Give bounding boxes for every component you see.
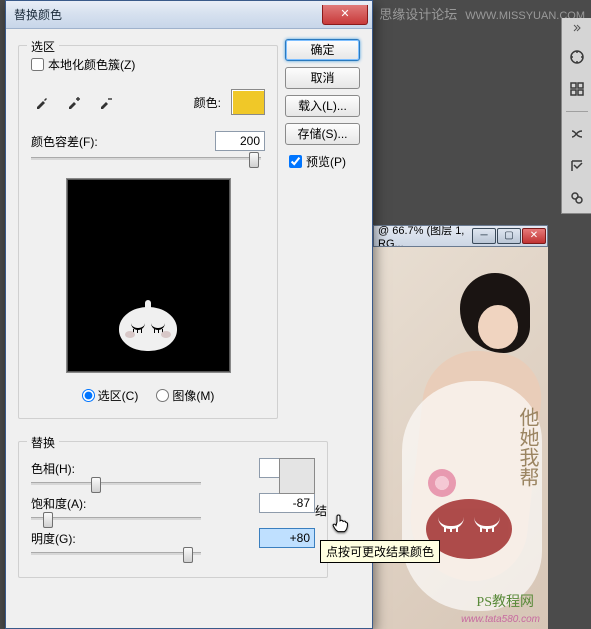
eyedropper-plus-icon[interactable]	[63, 91, 85, 113]
photo-watermark-url: www.tata580.com	[461, 614, 540, 625]
swatches-icon[interactable]	[566, 78, 588, 100]
maximize-button[interactable]: ▢	[497, 228, 521, 244]
hue-slider[interactable]	[31, 482, 201, 485]
layers-icon[interactable]	[566, 187, 588, 209]
source-color-swatch[interactable]	[231, 89, 265, 115]
page-watermark: 思缘设计论坛 WWW.MISSYUAN.COM	[379, 4, 585, 23]
preview-checkbox[interactable]	[289, 155, 302, 168]
saturation-label: 饱和度(A):	[31, 495, 101, 512]
radio-image-input[interactable]	[156, 389, 169, 402]
color-label: 颜色:	[194, 94, 221, 111]
preview-checkbox-row[interactable]: 预览(P)	[285, 153, 360, 170]
watermark-cn: 思缘设计论坛	[379, 4, 457, 23]
right-toolbar	[561, 18, 591, 214]
cancel-button[interactable]: 取消	[285, 67, 360, 89]
result-color-swatch[interactable]	[279, 458, 315, 494]
document-window: @ 66.7% (图层 1, RG... ─ ▢ ✕ 他她我帮 PS教程网 ww…	[373, 225, 548, 629]
minimize-button[interactable]: ─	[472, 228, 496, 244]
result-label: 结	[315, 502, 327, 519]
document-titlebar[interactable]: @ 66.7% (图层 1, RG... ─ ▢ ✕	[373, 225, 548, 247]
toolbar-separator	[566, 111, 588, 112]
dialog-titlebar[interactable]: 替换颜色 ✕	[6, 1, 372, 29]
fuzziness-slider[interactable]	[31, 157, 261, 160]
selection-legend: 选区	[27, 38, 59, 55]
eyedropper-minus-icon[interactable]	[95, 91, 117, 113]
lightness-slider[interactable]	[31, 552, 201, 555]
radio-selection-label: 选区(C)	[98, 387, 139, 404]
hue-label: 色相(H):	[31, 460, 101, 477]
replacement-fieldset: 替换 结 色相(H): -48 饱和度(A): -87 明度(G):	[18, 441, 328, 578]
localized-clusters-label: 本地化颜色簇(Z)	[48, 56, 135, 73]
photo-watermark-vertical: 他她我帮	[513, 407, 542, 487]
photo-watermark-site: PS教程网	[476, 591, 534, 611]
radio-selection-input[interactable]	[82, 389, 95, 402]
radio-selection[interactable]: 选区(C)	[82, 387, 139, 404]
localized-clusters-checkbox[interactable]	[31, 58, 44, 71]
replacement-legend: 替换	[27, 434, 59, 451]
tooltip: 点按可更改结果颜色	[320, 540, 440, 563]
lightness-input[interactable]: +80	[259, 528, 315, 548]
selection-mask-shape	[119, 307, 177, 351]
preview-label: 预览(P)	[306, 153, 346, 170]
save-button[interactable]: 存储(S)...	[285, 123, 360, 145]
panel-collapse-icon[interactable]	[572, 22, 582, 32]
radio-image[interactable]: 图像(M)	[156, 387, 214, 404]
load-button[interactable]: 载入(L)...	[285, 95, 360, 117]
doc-close-button[interactable]: ✕	[522, 228, 546, 244]
ok-button[interactable]: 确定	[285, 39, 360, 61]
selection-preview[interactable]	[66, 178, 231, 373]
saturation-slider[interactable]	[31, 517, 201, 520]
replace-color-dialog: 替换颜色 ✕ 确定 取消 载入(L)... 存储(S)... 预览(P) 选区 …	[5, 0, 373, 629]
navigator-icon[interactable]	[566, 46, 588, 68]
close-icon[interactable]: ✕	[322, 5, 368, 25]
fuzziness-slider-thumb[interactable]	[249, 152, 259, 168]
lightness-label: 明度(G):	[31, 530, 101, 547]
localized-clusters-row[interactable]: 本地化颜色簇(Z)	[31, 56, 265, 73]
dialog-title: 替换颜色	[14, 6, 62, 23]
fuzziness-input[interactable]: 200	[215, 131, 265, 151]
saturation-input[interactable]: -87	[259, 493, 315, 513]
history-icon[interactable]	[566, 155, 588, 177]
lightness-slider-thumb[interactable]	[183, 547, 193, 563]
document-canvas[interactable]: 他她我帮 PS教程网 www.tata580.com	[373, 247, 548, 629]
dialog-button-column: 确定 取消 载入(L)... 存储(S)... 预览(P)	[285, 39, 360, 170]
document-title: @ 66.7% (图层 1, RG...	[378, 225, 472, 247]
selection-fieldset: 选区 本地化颜色簇(Z) 颜色: 颜色容差(F):	[18, 45, 278, 419]
saturation-slider-thumb[interactable]	[43, 512, 53, 528]
hue-slider-thumb[interactable]	[91, 477, 101, 493]
fuzziness-label: 颜色容差(F):	[31, 133, 98, 150]
cursor-hand-icon	[330, 512, 350, 534]
eyedropper-icon[interactable]	[31, 91, 53, 113]
radio-image-label: 图像(M)	[172, 387, 214, 404]
brush-icon[interactable]	[566, 123, 588, 145]
